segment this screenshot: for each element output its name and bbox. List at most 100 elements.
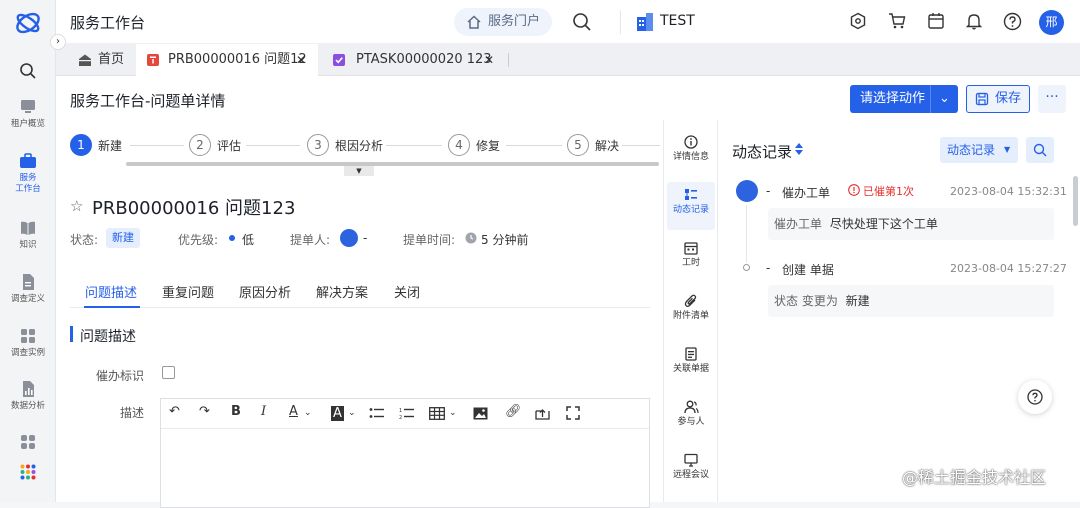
search-icon: [1033, 143, 1047, 157]
nav-item-knowledge[interactable]: 知识: [0, 219, 56, 251]
nav-item-data-analysis[interactable]: 数据分析: [0, 380, 56, 412]
bullet-list-icon[interactable]: [369, 407, 384, 420]
calendar-icon[interactable]: [927, 12, 945, 30]
submitter-label: 提单人:: [290, 233, 331, 247]
select-action-button[interactable]: 请选择动作 ⌄: [850, 85, 958, 113]
fullscreen-icon[interactable]: [566, 406, 580, 420]
urge-flag-checkbox[interactable]: [162, 366, 175, 379]
cart-icon[interactable]: [888, 12, 906, 30]
building-icon: [637, 13, 653, 31]
timeline-line: [746, 205, 747, 263]
rail-label: 工时: [681, 258, 700, 268]
logo-icon[interactable]: [14, 9, 42, 37]
submit-time-value: 5 分钟前: [481, 233, 529, 247]
tab-solution[interactable]: 解决方案: [316, 282, 368, 301]
activity-filter-dropdown[interactable]: 动态记录 ▼: [940, 137, 1018, 163]
tab-close[interactable]: 关闭: [394, 282, 420, 301]
upload-icon[interactable]: [535, 406, 550, 420]
hexagon-settings-icon[interactable]: [849, 12, 867, 30]
chevron-down-icon[interactable]: ⌄: [930, 85, 958, 113]
search-nav[interactable]: [0, 62, 56, 83]
redo-icon[interactable]: ↷: [199, 404, 210, 419]
bold-icon[interactable]: B: [231, 404, 241, 419]
undo-icon[interactable]: ↶: [169, 404, 180, 419]
chart-doc-icon: [23, 381, 34, 397]
rail-item-activity[interactable]: 动态记录: [667, 182, 715, 230]
search-icon[interactable]: [572, 12, 592, 32]
search-icon: [20, 63, 36, 79]
bell-icon[interactable]: [965, 12, 983, 30]
floating-help-button[interactable]: [1018, 380, 1052, 414]
rail-item-participants[interactable]: 参与人: [667, 394, 715, 442]
app-launcher[interactable]: [0, 463, 56, 484]
rail-item-worktime[interactable]: 工时: [667, 235, 715, 283]
urge-badge: 已催第1次: [863, 185, 914, 198]
collapse-nav-button[interactable]: ›: [50, 34, 66, 50]
close-icon[interactable]: ✕: [484, 44, 494, 76]
caret-down-icon: ▼: [356, 167, 362, 175]
dropdown-label: 动态记录: [947, 143, 996, 157]
nav-item-service-workbench[interactable]: 服务 工作台: [0, 152, 56, 195]
priority-value: 低: [242, 233, 255, 247]
user-avatar[interactable]: [736, 180, 758, 202]
sort-icon[interactable]: [795, 143, 803, 155]
link-icon[interactable]: 🔗︎: [505, 404, 522, 419]
chevron-down-icon[interactable]: ⌄: [449, 408, 457, 418]
chevron-down-icon[interactable]: ⌄: [304, 408, 312, 418]
record-action: 创建 单据: [782, 263, 834, 277]
step-connector: [246, 145, 300, 146]
rail-label: 关联单据: [672, 364, 709, 374]
paperclip-icon: [684, 294, 697, 308]
nav-item-tenant-overview[interactable]: 租户概览: [0, 98, 56, 130]
tab-cause-analysis[interactable]: 原因分析: [239, 282, 291, 301]
step-scrollbar[interactable]: [126, 162, 659, 166]
activity-icon: [685, 189, 697, 200]
nav-label: 知识: [19, 240, 37, 250]
rail-item-related-documents[interactable]: 关联单据: [667, 341, 715, 389]
timeline-dot: [743, 264, 750, 271]
tab-duplicate-problems[interactable]: 重复问题: [162, 282, 214, 301]
nav-item-survey-instance[interactable]: 调查实例: [0, 327, 56, 359]
tenant-label[interactable]: TEST: [660, 13, 695, 29]
tab-problem-description[interactable]: 问题描述: [85, 282, 137, 301]
table-icon[interactable]: [429, 407, 445, 420]
nav-item-survey-definition[interactable]: 调查定义: [0, 273, 56, 305]
chevron-down-icon[interactable]: ⌄: [348, 408, 356, 418]
numbered-list-icon[interactable]: 12: [399, 407, 414, 420]
submitter-avatar[interactable]: [340, 229, 358, 247]
nav-item-more[interactable]: [0, 433, 56, 454]
rail-item-remote-meeting[interactable]: 远程会议: [667, 447, 715, 495]
font-color-icon[interactable]: A: [289, 404, 298, 419]
save-button[interactable]: 保存: [966, 85, 1030, 113]
apps-icon: [20, 464, 36, 480]
info-icon: [684, 135, 698, 149]
user-avatar[interactable]: 邢: [1039, 10, 1064, 35]
briefcase-icon: [20, 153, 36, 168]
tab-ptask00000020[interactable]: PTASK00000020 123 ✕: [320, 44, 504, 76]
rail-item-details[interactable]: 详情信息: [667, 129, 715, 177]
service-portal-button[interactable]: 服务门户: [454, 8, 552, 36]
expand-steps-button[interactable]: ▼: [344, 166, 374, 176]
help-icon[interactable]: [1003, 12, 1022, 31]
image-icon[interactable]: [473, 407, 488, 420]
close-icon[interactable]: ✕: [296, 44, 306, 76]
record-detail: 催办工单 尽快处理下这个工单: [768, 208, 1054, 240]
home-icon: [467, 15, 481, 29]
highlight-color-icon[interactable]: A: [331, 406, 344, 421]
description-editor[interactable]: ↶ ↷ B I A ⌄ A ⌄ 12 ⌄ 🔗︎: [160, 398, 650, 508]
detail-rail: 详情信息 动态记录 工时 附件清单 关联单据 参与人 远程会议: [664, 120, 718, 502]
step-number: 1: [70, 134, 92, 156]
rail-label: 附件清单: [672, 311, 709, 321]
star-icon[interactable]: ☆: [70, 197, 83, 215]
submit-time-label: 提单时间:: [403, 233, 456, 247]
rail-item-attachments[interactable]: 附件清单: [667, 288, 715, 336]
scrollbar-thumb[interactable]: [1073, 176, 1078, 226]
tab-prb00000016[interactable]: PRB00000016 问题12 ✕: [136, 44, 318, 76]
italic-icon[interactable]: I: [261, 404, 266, 419]
problem-detail-panel: 1 新建 2 评估 3 根因分析 4 修复 5 解决 ▼ ☆ PRB000000…: [56, 120, 664, 508]
activity-search-button[interactable]: [1026, 137, 1054, 163]
tab-home[interactable]: 首页: [74, 44, 134, 76]
survey-doc-icon: [23, 274, 34, 290]
tab-divider: [508, 53, 509, 67]
more-button[interactable]: ···: [1038, 85, 1066, 113]
